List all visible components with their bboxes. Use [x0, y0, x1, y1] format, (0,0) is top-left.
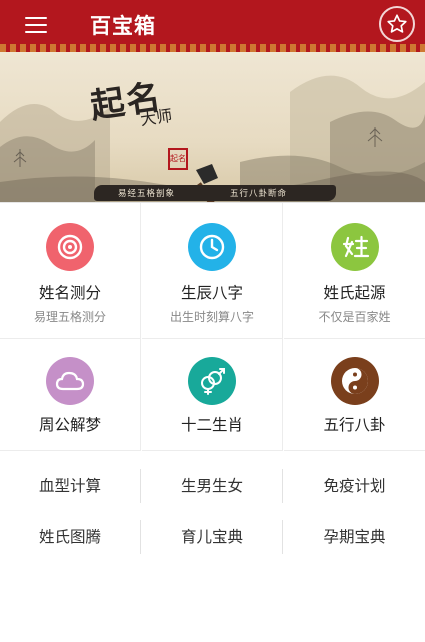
tool-desc: 易理五格测分 [33, 310, 106, 324]
tool-label: 周公解梦 [38, 416, 101, 434]
app-title: 百宝箱 [90, 14, 156, 38]
menu-icon[interactable] [22, 14, 50, 36]
banner-slogan-right: 五行八卦断命 [230, 189, 288, 199]
tool-label: 十二生肖 [180, 416, 243, 434]
link-parenting-guide[interactable]: 育儿宝典 [142, 520, 283, 554]
tool-name-score[interactable]: 姓名测分 易理五格测分 [0, 203, 141, 339]
seal-stamp: 起名 [168, 148, 188, 170]
gender-icon [188, 357, 236, 405]
target-icon [46, 223, 94, 271]
banner-subtitle: 大师 [139, 105, 174, 130]
tool-label: 姓名测分 [38, 284, 101, 302]
link-baby-gender[interactable]: 生男生女 [142, 469, 283, 503]
link-vaccine-plan[interactable]: 免疫计划 [284, 469, 425, 503]
banner-slogan-left: 易经五格剖象 [118, 189, 176, 199]
promo-banner[interactable]: 起名 大师 起名 易经五格剖象 五行八卦断命 [0, 52, 425, 202]
tool-dream-interpretation[interactable]: 周公解梦 [0, 339, 141, 451]
tool-surname-origin[interactable]: 姓氏起源 不仅是百家姓 [284, 203, 425, 339]
tool-label: 生辰八字 [180, 284, 243, 302]
tool-zodiac[interactable]: 十二生肖 [142, 339, 283, 451]
link-surname-totem[interactable]: 姓氏图腾 [0, 520, 141, 554]
quick-links: 血型计算 生男生女 免疫计划 姓氏图腾 育儿宝典 孕期宝典 [0, 451, 425, 561]
tool-label: 姓氏起源 [323, 284, 386, 302]
link-pregnancy-guide[interactable]: 孕期宝典 [284, 520, 425, 554]
tool-grid: 姓名测分 易理五格测分 生辰八字 出生时刻算八字 姓氏起源 不仅是百家姓 周公解… [0, 202, 425, 451]
tool-desc: 不仅是百家姓 [318, 310, 391, 324]
yin-yang-icon [330, 357, 379, 405]
app-header: 百宝箱 [0, 0, 425, 52]
clock-icon [188, 223, 236, 271]
tool-birth-chart[interactable]: 生辰八字 出生时刻算八字 [142, 203, 283, 339]
landscape-painting [0, 75, 425, 202]
tool-five-elements[interactable]: 五行八卦 [284, 339, 425, 451]
tool-label: 五行八卦 [323, 416, 386, 434]
header-pattern [0, 44, 425, 52]
cloud-icon [46, 357, 94, 405]
star-icon[interactable] [379, 6, 415, 42]
tool-desc: 出生时刻算八字 [169, 310, 254, 324]
surname-icon [330, 223, 379, 271]
link-blood-type[interactable]: 血型计算 [0, 469, 141, 503]
